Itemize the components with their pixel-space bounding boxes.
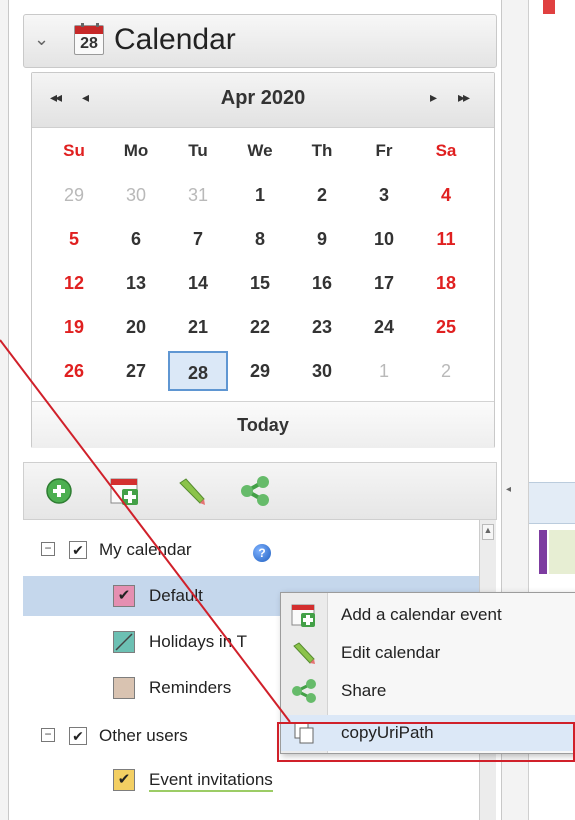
chevron-down-icon[interactable]: ⌄ xyxy=(34,29,49,50)
share-icon[interactable] xyxy=(238,475,272,507)
weekday-header: We xyxy=(247,141,273,160)
calendar-day[interactable]: 1 xyxy=(354,351,414,391)
calendar-day[interactable]: 30 xyxy=(292,351,352,391)
scroll-up-icon[interactable]: ▲ xyxy=(482,524,494,540)
calendar-day[interactable]: 1 xyxy=(230,175,290,215)
calendar-day[interactable]: 2 xyxy=(292,175,352,215)
calendar-day[interactable]: 17 xyxy=(354,263,414,303)
next-month-button[interactable]: ▸ xyxy=(430,89,437,106)
calendar-day[interactable]: 14 xyxy=(168,263,228,303)
calendar-icon: 28 xyxy=(74,23,104,55)
calendar-day-selected[interactable]: 28 xyxy=(168,351,228,391)
collapse-icon[interactable]: − xyxy=(41,542,55,556)
default-color-checkbox[interactable]: ✔ xyxy=(113,585,135,607)
event-block[interactable] xyxy=(549,530,575,574)
calendar-icon-day: 28 xyxy=(80,35,98,52)
calendar-day[interactable]: 29 xyxy=(44,175,104,215)
reminders-color-checkbox[interactable] xyxy=(113,677,135,699)
splitter-collapse-icon[interactable]: ◂ xyxy=(506,484,511,495)
weekday-header: Su xyxy=(63,141,85,160)
annotation-highlight-box xyxy=(277,722,575,762)
weekday-header: Fr xyxy=(375,141,393,160)
mini-calendar: ◂◂ ◂ Apr 2020 ▸ ▸▸ Su Mo Tu We Th Fr Sa … xyxy=(31,72,495,448)
calendar-day[interactable]: 20 xyxy=(106,307,166,347)
menu-label: Add a calendar event xyxy=(341,605,502,624)
tree-label: My calendar xyxy=(99,540,192,559)
calendar-day[interactable]: 13 xyxy=(106,263,166,303)
menu-item-share[interactable]: Share xyxy=(281,673,575,709)
tree-label: Holidays in T xyxy=(149,632,247,651)
calendar-day[interactable]: 25 xyxy=(416,307,476,347)
panel-header[interactable]: ⌄ 28 Calendar xyxy=(23,14,497,68)
calendar-toolbar xyxy=(23,462,497,520)
calendar-day[interactable]: 31 xyxy=(168,175,228,215)
add-calendar-icon[interactable] xyxy=(108,475,142,507)
weekday-header: Tu xyxy=(188,141,208,160)
weekday-header: Th xyxy=(311,141,333,160)
calendar-day[interactable]: 19 xyxy=(44,307,104,347)
slash-icon xyxy=(115,633,133,651)
calendar-day[interactable]: 22 xyxy=(230,307,290,347)
weekday-header: Sa xyxy=(435,141,457,160)
today-button[interactable]: Today xyxy=(32,401,494,448)
calendar-day[interactable]: 27 xyxy=(106,351,166,391)
event-marker xyxy=(543,0,555,14)
calendar-day[interactable]: 12 xyxy=(44,263,104,303)
panel-title: Calendar xyxy=(114,23,236,56)
calendar-day[interactable]: 23 xyxy=(292,307,352,347)
calendar-day[interactable]: 2 xyxy=(416,351,476,391)
calendar-day[interactable]: 10 xyxy=(354,219,414,259)
calendar-day[interactable]: 9 xyxy=(292,219,352,259)
calendar-day[interactable]: 15 xyxy=(230,263,290,303)
tree-label: Event invitations xyxy=(149,770,273,792)
help-icon[interactable]: ? xyxy=(253,544,271,562)
calendar-day[interactable]: 4 xyxy=(416,175,476,215)
tree-label: Default xyxy=(149,586,203,605)
collapse-icon[interactable]: − xyxy=(41,728,55,742)
month-label: Apr 2020 xyxy=(220,87,306,109)
add-calendar-icon xyxy=(291,604,315,627)
tree-row-event-invitations[interactable]: ✔ Event invitations xyxy=(23,760,479,800)
menu-label: Share xyxy=(341,681,387,700)
tree-label: Reminders xyxy=(149,678,232,697)
menu-label: Edit calendar xyxy=(341,643,441,662)
calendar-day[interactable]: 21 xyxy=(168,307,228,347)
weekday-header: Mo xyxy=(123,141,149,160)
right-pane-header-strip xyxy=(529,482,575,524)
menu-item-edit-calendar[interactable]: Edit calendar xyxy=(281,635,575,671)
calendar-day[interactable]: 29 xyxy=(230,351,290,391)
calendar-day[interactable]: 8 xyxy=(230,219,290,259)
calendar-day[interactable]: 11 xyxy=(416,219,476,259)
calendar-day[interactable]: 26 xyxy=(44,351,104,391)
event-color-bar[interactable] xyxy=(539,530,547,574)
tree-label: Other users xyxy=(99,726,188,745)
my-calendar-checkbox[interactable]: ✔ xyxy=(69,541,87,559)
edit-pencil-icon xyxy=(293,642,315,664)
invitations-color-checkbox[interactable]: ✔ xyxy=(113,769,135,791)
edit-pencil-icon[interactable] xyxy=(174,475,208,507)
holidays-color-checkbox[interactable] xyxy=(113,631,135,653)
calendar-day[interactable]: 3 xyxy=(354,175,414,215)
share-icon xyxy=(292,679,316,703)
calendar-nav: ◂◂ ◂ Apr 2020 ▸ ▸▸ xyxy=(32,73,494,128)
calendar-day[interactable]: 30 xyxy=(106,175,166,215)
next-year-button[interactable]: ▸▸ xyxy=(458,89,470,106)
calendar-day[interactable]: 5 xyxy=(44,219,104,259)
add-circle-icon[interactable] xyxy=(42,475,76,507)
other-users-checkbox[interactable]: ✔ xyxy=(69,727,87,745)
menu-item-add-event[interactable]: Add a calendar event xyxy=(281,597,575,633)
calendar-day[interactable]: 24 xyxy=(354,307,414,347)
calendar-day[interactable]: 7 xyxy=(168,219,228,259)
calendar-day[interactable]: 16 xyxy=(292,263,352,303)
tree-row-my-calendar[interactable]: − ✔ My calendar ? xyxy=(23,530,479,570)
calendar-day[interactable]: 18 xyxy=(416,263,476,303)
calendar-day[interactable]: 6 xyxy=(106,219,166,259)
